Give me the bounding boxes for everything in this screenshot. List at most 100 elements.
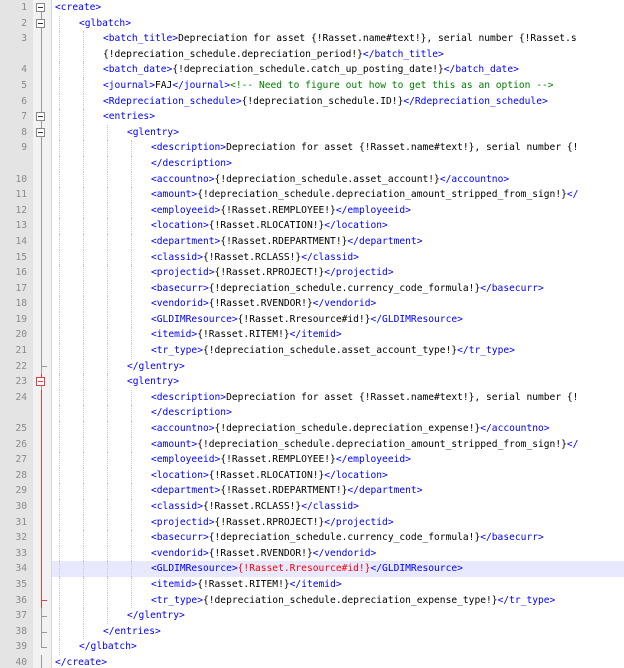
xml-tag: </batch_title> xyxy=(362,48,444,60)
fold-toggle-icon[interactable] xyxy=(36,377,45,387)
line-number: 32 xyxy=(0,530,33,546)
code-text: <glentry> xyxy=(55,125,179,141)
code-line[interactable]: 29 <department>{!Rasset.RDEPARTMENT!}</de… xyxy=(0,483,624,499)
line-number: 8 xyxy=(0,124,33,141)
line-number: 6 xyxy=(0,93,33,110)
code-text: </glentry> xyxy=(55,608,185,624)
fold-margin xyxy=(33,265,52,281)
code-line[interactable]: {!depreciation_schedule.depreciation_per… xyxy=(0,46,624,63)
code-line[interactable]: 15 <classid>{!Rasset.RCLASS!}</classid> xyxy=(0,249,624,266)
code-text: <location>{!Rasset.RLOCATION!}</location… xyxy=(55,218,388,234)
code-line[interactable]: 4 <batch_date>{!depreciation_schedule.cat… xyxy=(0,62,624,78)
code-line[interactable]: 24 <description>Depreciation for asset {!… xyxy=(0,389,624,406)
xml-text: {!Rasset.RDEPARTMENT!} xyxy=(220,235,348,247)
code-line[interactable]: 16 <projectid>{!Rasset.RPROJECT!}</projec… xyxy=(0,265,624,281)
fold-margin xyxy=(33,654,52,668)
code-line[interactable]: 14 <department>{!Rasset.RDEPARTMENT!}</de… xyxy=(0,233,624,250)
code-line[interactable]: 2 <glbatch> xyxy=(0,15,624,32)
code-line[interactable]: 3 <batch_title>Depreciation for asset {!R… xyxy=(0,31,624,47)
code-line[interactable]: 13 <location>{!Rasset.RLOCATION!}</locati… xyxy=(0,218,624,234)
fold-margin xyxy=(33,187,52,203)
code-line[interactable]: 20 <itemid>{!Rasset.RITEM!}</itemid> xyxy=(0,327,624,344)
code-editor[interactable]: 1 <create> 2 <glbatch> 3 <batch_title>Depreci… xyxy=(0,0,624,668)
code-line[interactable]: 19 <GLDIMResource>{!Rasset.Rresource#id!}… xyxy=(0,311,624,328)
code-line[interactable]: 35 <itemid>{!Rasset.RITEM!}</itemid> xyxy=(0,576,624,593)
code-text: <batch_date>{!depreciation_schedule.catc… xyxy=(55,62,519,78)
xml-text: {!Rasset.REMPLOYEE!} xyxy=(220,454,336,466)
xml-tag: <department> xyxy=(151,235,221,247)
code-line[interactable]: 34 <GLDIMResource>{!Rasset.Rresource#id!}… xyxy=(0,561,624,577)
code-text: </create> xyxy=(55,655,107,668)
code-line[interactable]: 33 <vendorid>{!Rasset.RVENDOR!}</vendorid… xyxy=(0,545,624,562)
line-number: 2 xyxy=(0,15,33,32)
code-text: <projectid>{!Rasset.RPROJECT!}</projecti… xyxy=(55,265,394,281)
code-line[interactable]: 5 <journal>FAJ</journal><!-- Need to figu… xyxy=(0,77,624,94)
fold-margin xyxy=(33,561,52,577)
code-line[interactable]: 9 <description>Depreciation for asset {!R… xyxy=(0,140,624,156)
code-text: <classid>{!Rasset.RCLASS!}</classid> xyxy=(55,250,359,266)
xml-tag: <Rdepreciation_schedule> xyxy=(103,95,242,107)
code-text: <amount>{!depreciation_schedule.deprecia… xyxy=(55,437,578,453)
fold-toggle-icon[interactable] xyxy=(36,112,45,122)
code-line[interactable]: 12 <employeeid>{!Rasset.REMPLOYEE!}</empl… xyxy=(0,202,624,219)
xml-tag: <batch_date> xyxy=(103,64,173,76)
xml-tag: </create> xyxy=(55,656,107,668)
xml-tag: </department> xyxy=(347,235,423,247)
fold-toggle-icon[interactable] xyxy=(36,3,45,12)
line-number: 37 xyxy=(0,608,33,624)
code-line[interactable]: </description> xyxy=(0,155,624,172)
line-number: 17 xyxy=(0,280,33,297)
code-line[interactable]: 6 <Rdepreciation_schedule>{!depreciation_… xyxy=(0,93,624,110)
code-line[interactable]: 38 </entries> xyxy=(0,623,624,640)
fold-margin xyxy=(33,343,52,359)
code-line[interactable]: 17 <basecurr>{!depreciation_schedule.curr… xyxy=(0,280,624,297)
xml-tag: <glentry> xyxy=(127,376,179,388)
code-text: <department>{!Rasset.RDEPARTMENT!}</depa… xyxy=(55,483,422,499)
xml-text: {!Rasset.RITEM!} xyxy=(197,329,290,341)
code-line[interactable]: 30 <classid>{!Rasset.RCLASS!}</classid> xyxy=(0,499,624,515)
code-line[interactable]: 7 <entries> xyxy=(0,109,624,125)
code-line[interactable]: 23 <glentry> xyxy=(0,374,624,390)
xml-text: {!Rasset.Rresource#id!} xyxy=(237,563,371,575)
code-line[interactable]: 40 </create> xyxy=(0,654,624,668)
code-line[interactable]: 26 <amount>{!depreciation_schedule.deprec… xyxy=(0,436,624,453)
xml-text: {!Rasset.Rresource#id!} xyxy=(237,313,371,325)
code-line[interactable]: 39 </glbatch> xyxy=(0,639,624,655)
code-text: </entries> xyxy=(55,624,161,640)
xml-tag: </itemid> xyxy=(289,329,342,341)
code-line[interactable]: 32 <basecurr>{!depreciation_schedule.curr… xyxy=(0,530,624,546)
code-line[interactable]: 10 <accountno>{!depreciation_schedule.ass… xyxy=(0,171,624,188)
xml-tag: <GLDIMResource> xyxy=(151,563,238,575)
code-line[interactable]: 22 </glentry> xyxy=(0,358,624,375)
xml-tag: </ xyxy=(566,438,579,450)
code-line[interactable]: 1 <create> xyxy=(0,0,624,16)
fold-margin xyxy=(33,171,52,188)
code-line[interactable]: 11 <amount>{!depreciation_schedule.deprec… xyxy=(0,187,624,203)
code-text: <basecurr>{!depreciation_schedule.curren… xyxy=(55,530,544,546)
xml-tag: </vendorid> xyxy=(312,298,377,310)
code-line[interactable]: </description> xyxy=(0,405,624,422)
line-number: 34 xyxy=(0,561,33,577)
line-number: 21 xyxy=(0,343,33,359)
code-text: <accountno>{!depreciation_schedule.depre… xyxy=(55,421,550,437)
fold-toggle-icon[interactable] xyxy=(36,127,45,137)
code-line[interactable]: 18 <vendorid>{!Rasset.RVENDOR!}</vendorid… xyxy=(0,296,624,312)
code-line[interactable]: 8 <glentry> xyxy=(0,124,624,141)
xml-tag: </location> xyxy=(324,220,388,232)
code-line[interactable]: 27 <employeeid>{!Rasset.REMPLOYEE!}</empl… xyxy=(0,452,624,468)
line-number: 9 xyxy=(0,140,33,156)
line-number: 16 xyxy=(0,265,33,281)
xml-tag: <employeeid> xyxy=(151,204,221,216)
code-line[interactable]: 21 <tr_type>{!depreciation_schedule.asset… xyxy=(0,343,624,359)
fold-margin xyxy=(33,592,52,609)
code-line[interactable]: 25 <accountno>{!depreciation_schedule.dep… xyxy=(0,421,624,437)
code-line[interactable]: 37 </glentry> xyxy=(0,608,624,624)
fold-toggle-icon[interactable] xyxy=(36,18,45,28)
code-text: <department>{!Rasset.RDEPARTMENT!}</depa… xyxy=(55,234,422,250)
xml-tag: <basecurr> xyxy=(151,532,209,544)
code-line[interactable]: 28 <location>{!Rasset.RLOCATION!}</locati… xyxy=(0,467,624,484)
code-line[interactable]: 31 <projectid>{!Rasset.RPROJECT!}</projec… xyxy=(0,514,624,531)
code-text: {!depreciation_schedule.depreciation_per… xyxy=(55,47,444,63)
code-line[interactable]: 36 <tr_type>{!depreciation_schedule.depre… xyxy=(0,592,624,609)
xml-tag: </Rdepreciation_schedule> xyxy=(403,95,548,107)
